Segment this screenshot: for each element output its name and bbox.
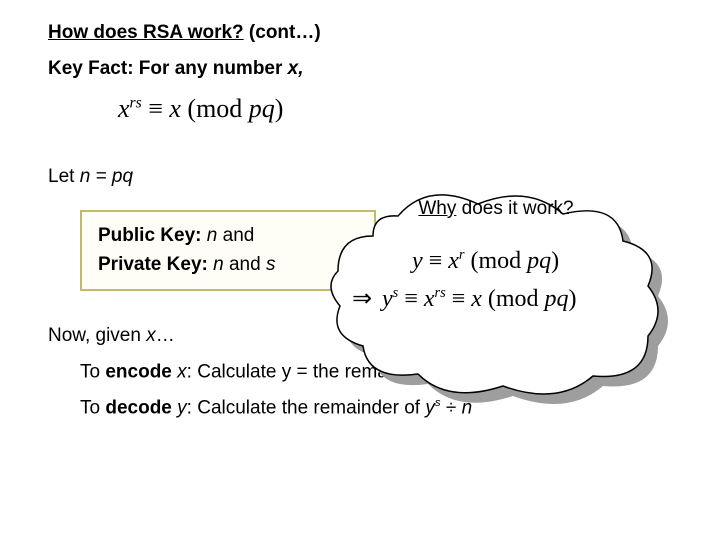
key-fact-line: Key Fact: For any number x, bbox=[48, 58, 672, 80]
cloud-eq-1: y ≡ xr (mod pq) bbox=[382, 242, 646, 280]
nowgiven-prefix: Now, given bbox=[48, 325, 146, 346]
dec-pre: To bbox=[80, 398, 105, 419]
cloud-callout: Why does it work? y ≡ xr (mod pq) ⇒ys ≡ … bbox=[318, 176, 678, 420]
c1-mc: ) bbox=[551, 248, 559, 274]
pk-n: n bbox=[207, 225, 218, 246]
keyfact-var: x, bbox=[288, 58, 304, 79]
equation-main: xrs ≡ x (mod pq) bbox=[118, 94, 672, 124]
c2-rhs-e: rs bbox=[434, 285, 445, 301]
eq-equiv: ≡ bbox=[142, 94, 170, 123]
c2-equiv2: ≡ bbox=[446, 286, 472, 312]
c2-mc: ) bbox=[569, 286, 577, 312]
nowgiven-var: x bbox=[146, 325, 156, 346]
letn-prefix: Let bbox=[48, 166, 80, 187]
c2-equiv: ≡ bbox=[398, 286, 424, 312]
enc-pre: To bbox=[80, 361, 105, 382]
c2-mo: (mod bbox=[482, 286, 545, 312]
c1-equiv: ≡ bbox=[423, 248, 449, 274]
c2-mv: pq bbox=[545, 286, 569, 312]
public-key-label: Public Key: bbox=[98, 225, 201, 246]
c2-lhs-b: y bbox=[382, 286, 393, 312]
why-rest: does it work? bbox=[456, 198, 573, 219]
cloud-content: Why does it work? y ≡ xr (mod pq) ⇒ys ≡ … bbox=[346, 196, 646, 319]
letn-expr: n = pq bbox=[80, 166, 133, 187]
title-underlined: How does RSA work? bbox=[48, 22, 244, 43]
eq-lhs-base: x bbox=[118, 94, 130, 123]
eq-mod-vars: pq bbox=[249, 94, 275, 123]
c2-rhs-b: x bbox=[424, 286, 435, 312]
enc-bold: encode bbox=[105, 361, 172, 382]
nowgiven-suffix: … bbox=[156, 325, 175, 346]
enc-var: x bbox=[177, 361, 187, 382]
eq-mod-open: (mod bbox=[181, 94, 249, 123]
priv-n: n bbox=[208, 254, 224, 275]
priv-and: and bbox=[224, 254, 266, 275]
keyfact-text: Key Fact: For any number bbox=[48, 58, 288, 79]
pk-and: and bbox=[217, 225, 254, 246]
dec-bold: decode bbox=[105, 398, 172, 419]
eq-mod-close: ) bbox=[275, 94, 284, 123]
eq-lhs-exp: rs bbox=[130, 94, 142, 111]
c2-rhs2-b: x bbox=[471, 286, 482, 312]
priv-s: s bbox=[266, 254, 276, 275]
slide: How does RSA work? (cont…) Key Fact: For… bbox=[0, 0, 720, 540]
dec-var: y bbox=[177, 398, 187, 419]
c1-rhs-b: x bbox=[448, 248, 459, 274]
c1-mo: (mod bbox=[464, 248, 527, 274]
implies-icon: ⇒ bbox=[352, 280, 382, 318]
cloud-eq-2: ⇒ys ≡ xrs ≡ x (mod pq) bbox=[352, 280, 646, 318]
why-underlined: Why bbox=[418, 198, 456, 219]
private-key-label: Private Key: bbox=[98, 254, 208, 275]
why-line: Why does it work? bbox=[346, 198, 646, 220]
eq-rhs-base: x bbox=[169, 94, 181, 123]
title-rest: (cont…) bbox=[244, 22, 321, 43]
c1-lhs: y bbox=[412, 248, 423, 274]
slide-title: How does RSA work? (cont…) bbox=[48, 22, 672, 44]
c1-mv: pq bbox=[527, 248, 551, 274]
